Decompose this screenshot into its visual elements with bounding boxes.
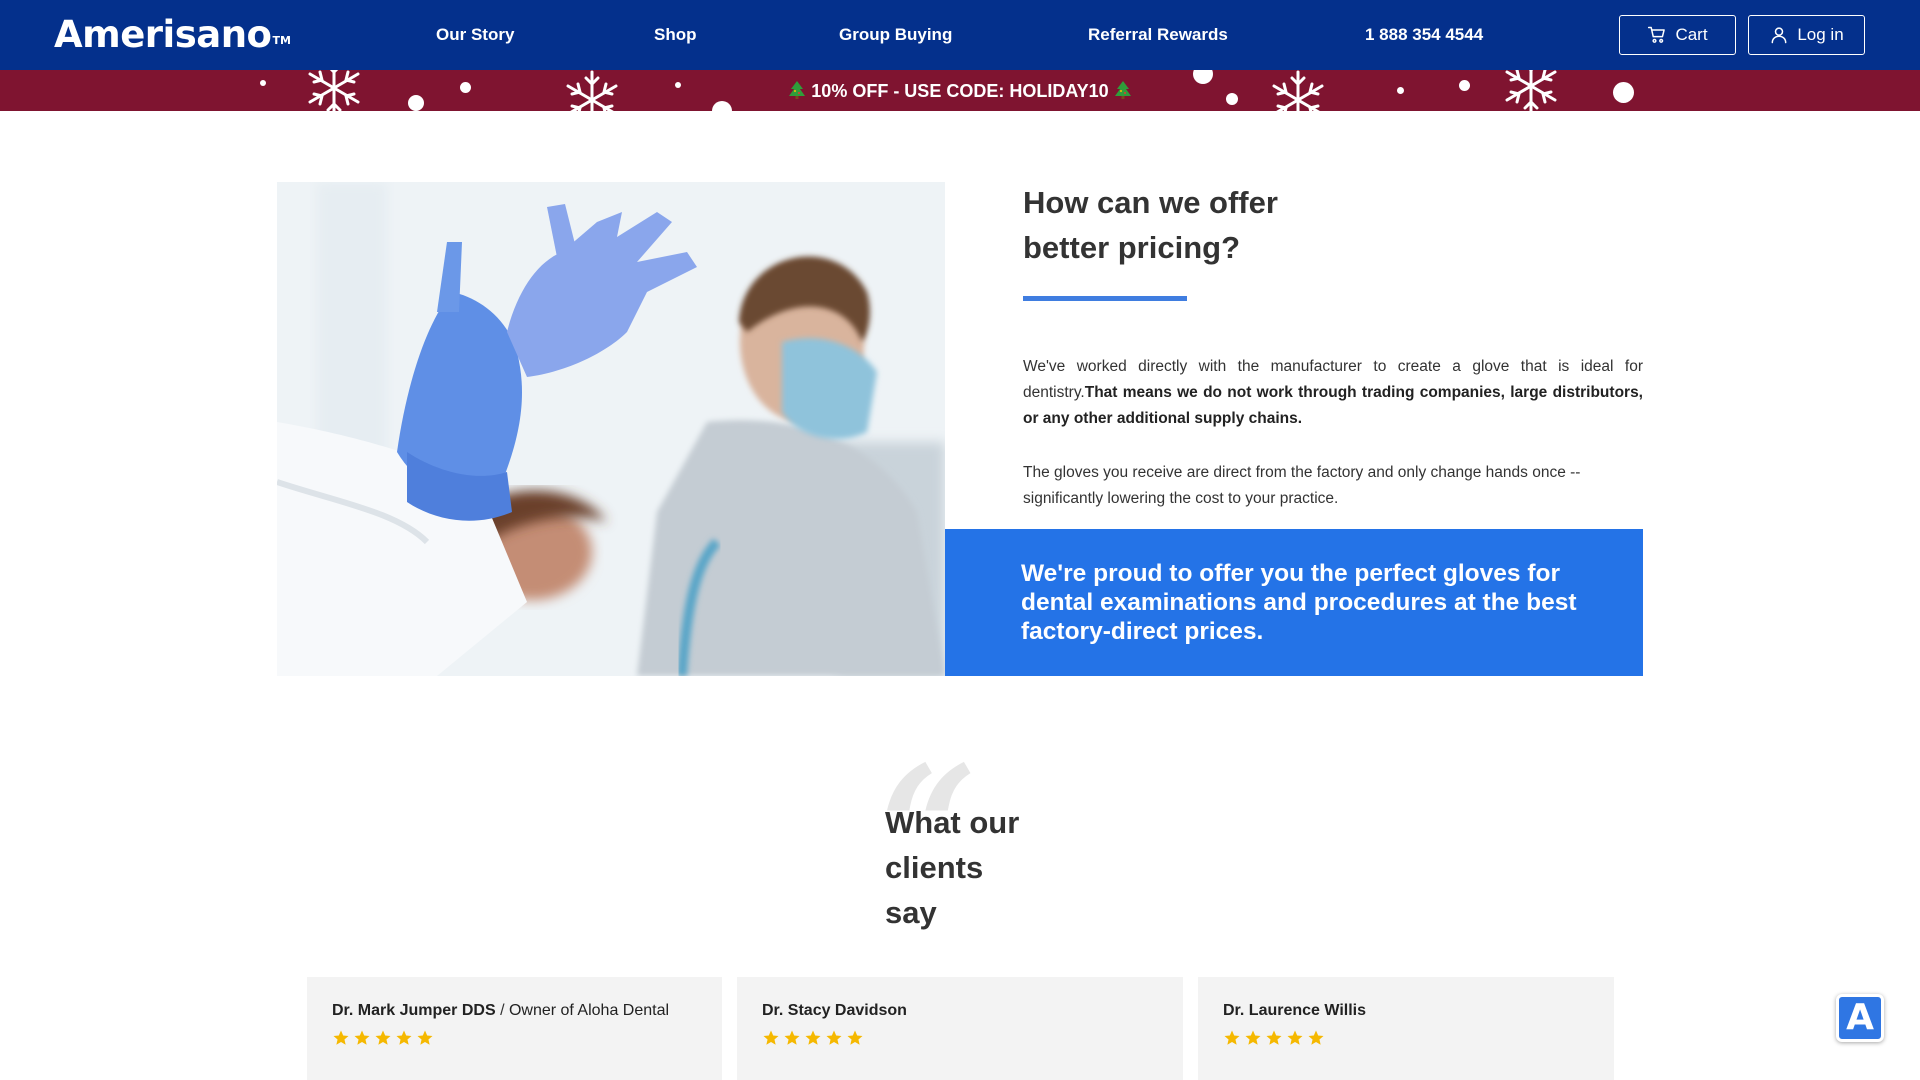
testimonial-author: Dr. Mark Jumper DDS / Owner of Aloha Den… <box>332 1001 669 1021</box>
christmas-tree-icon <box>1114 81 1131 99</box>
star-icon <box>1308 1030 1324 1045</box>
testimonial-author: Dr. Laurence Willis <box>1223 1001 1366 1021</box>
star-icon <box>375 1030 391 1045</box>
dentist-gloves-photo <box>277 182 945 676</box>
star-icon <box>417 1030 433 1045</box>
star-icon <box>1287 1030 1303 1045</box>
promo-label: 10% OFF - USE CODE: HOLIDAY10 <box>811 81 1109 101</box>
testimonials-heading: What our clients say <box>885 800 1045 935</box>
star-rating <box>1223 1029 1325 1047</box>
login-button[interactable]: Log in <box>1748 15 1865 55</box>
amerisano-logo[interactable]: AmerisanoTM <box>54 12 291 58</box>
testimonial-author: Dr. Stacy Davidson <box>762 1001 907 1021</box>
nav-our-story[interactable]: Our Story <box>436 24 514 46</box>
top-navigation-bar: AmerisanoTM Our Story Shop Group Buying … <box>0 0 1920 70</box>
login-label: Log in <box>1797 25 1844 44</box>
author-separator: / <box>500 1002 509 1019</box>
star-icon <box>826 1030 842 1045</box>
star-icon <box>1245 1030 1261 1045</box>
snow-dot <box>712 101 732 111</box>
christmas-tree-icon <box>789 81 806 99</box>
testimonial-author-name: Dr. Laurence Willis <box>1223 1002 1367 1019</box>
factory-direct-banner-text: We're proud to offer you the perfect glo… <box>1021 560 1577 645</box>
testimonials-heading-line-3: say <box>885 895 937 930</box>
nav-shop[interactable]: Shop <box>654 24 697 46</box>
star-icon <box>784 1030 800 1045</box>
heading-underline <box>1023 296 1187 301</box>
star-icon <box>763 1030 779 1045</box>
star-rating <box>762 1029 864 1047</box>
cart-button[interactable]: Cart <box>1619 15 1736 55</box>
pricing-paragraph-1: We've worked directly with the manufactu… <box>1023 354 1643 432</box>
logo-text: Amerisano <box>54 13 272 56</box>
accessibility-icon[interactable]: A <box>1836 994 1884 1042</box>
user-icon <box>1771 27 1787 44</box>
testimonial-author-name: Dr. Mark Jumper DDS <box>332 1002 496 1019</box>
factory-direct-banner: We're proud to offer you the perfect glo… <box>945 529 1643 676</box>
star-icon <box>396 1030 412 1045</box>
testimonial-author-name: Dr. Stacy Davidson <box>762 1002 907 1019</box>
nav-referral-rewards[interactable]: Referral Rewards <box>1088 24 1228 46</box>
dentist-gloves-illustration <box>277 182 945 676</box>
accessibility-label: A <box>1846 997 1874 1038</box>
star-icon <box>847 1030 863 1045</box>
star-icon <box>333 1030 349 1045</box>
testimonial-author-role: Owner of Aloha Dental <box>508 1002 670 1019</box>
star-icon <box>1266 1030 1282 1045</box>
star-icon <box>805 1030 821 1045</box>
testimonial-card: Dr. Mark Jumper DDS / Owner of Aloha Den… <box>307 977 722 1080</box>
pricing-paragraph-1-bold: That means we do not work through tradin… <box>1023 384 1643 427</box>
logo-trademark: TM <box>272 34 291 47</box>
nav-phone-number[interactable]: 1 888 354 4544 <box>1365 24 1483 46</box>
nav-group-buying[interactable]: Group Buying <box>839 24 952 46</box>
cart-icon <box>1648 26 1666 43</box>
pricing-heading-line-2: better pricing? <box>1023 230 1241 265</box>
pricing-heading-line-1: How can we offer <box>1023 185 1278 220</box>
star-icon <box>354 1030 370 1045</box>
star-icon <box>1224 1030 1240 1045</box>
pricing-paragraph-2: The gloves you receive are direct from t… <box>1023 464 1581 507</box>
testimonials-heading-line-2: clients <box>885 850 984 885</box>
star-rating <box>332 1029 434 1047</box>
testimonial-card: Dr. Laurence Willis <box>1198 977 1614 1080</box>
promo-code-text: 10% OFF - USE CODE: HOLIDAY10 <box>0 80 1920 102</box>
pricing-heading: How can we offer better pricing? <box>1023 180 1343 270</box>
holiday-promo-banner: 10% OFF - USE CODE: HOLIDAY10 <box>0 70 1920 111</box>
cart-label: Cart <box>1675 25 1708 44</box>
testimonial-card: Dr. Stacy Davidson <box>737 977 1183 1080</box>
testimonials-heading-line-1: What our <box>885 805 1020 840</box>
